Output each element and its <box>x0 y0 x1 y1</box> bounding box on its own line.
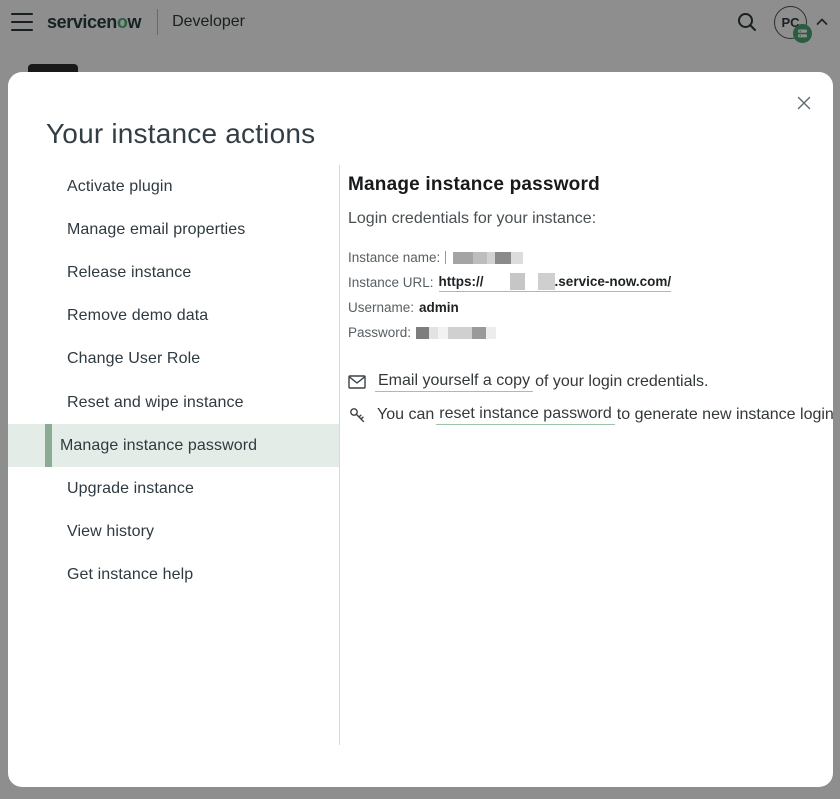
sidebar-item-label: Upgrade instance <box>67 480 194 498</box>
selected-bar <box>45 424 52 467</box>
panel-heading: Manage instance password <box>348 174 833 196</box>
sidebar-item-label: Remove demo data <box>67 307 208 325</box>
sidebar-item-manage-instance-password[interactable]: Manage instance password <box>8 424 339 467</box>
url-domain: .service-now.com/ <box>555 274 672 289</box>
key-icon <box>348 407 366 424</box>
sidebar-item-label: Activate plugin <box>67 178 173 196</box>
credentials-block: Instance name: Instance URL: https:// .s… <box>348 245 833 345</box>
password-row: Password: <box>348 320 833 345</box>
sidebar-item-remove-demo-data[interactable]: Remove demo data <box>8 295 339 338</box>
sidebar-item-activate-plugin[interactable]: Activate plugin <box>8 165 339 208</box>
sidebar-item-view-history[interactable]: View history <box>8 511 339 554</box>
password-redacted <box>416 325 496 340</box>
url-scheme: https:// <box>439 274 484 289</box>
sidebar-item-label: View history <box>67 523 154 541</box>
sidebar-item-label: Reset and wipe instance <box>67 394 244 412</box>
modal-body: Activate plugin Manage email properties … <box>8 165 833 745</box>
url-redacted-block <box>538 273 555 290</box>
instance-name-row: Instance name: <box>348 245 833 270</box>
username-label: Username: <box>348 300 414 315</box>
modal-title: Your instance actions <box>46 118 833 150</box>
manage-password-panel: Manage instance password Login credentia… <box>340 165 833 745</box>
sidebar-item-label: Release instance <box>67 264 191 282</box>
envelope-icon <box>348 375 366 389</box>
sidebar-item-manage-email-properties[interactable]: Manage email properties <box>8 208 339 251</box>
sidebar-item-get-instance-help[interactable]: Get instance help <box>8 554 339 597</box>
sidebar-item-upgrade-instance[interactable]: Upgrade instance <box>8 467 339 510</box>
reset-instance-password-link[interactable]: reset instance password <box>436 405 615 425</box>
sidebar-item-change-user-role[interactable]: Change User Role <box>8 338 339 381</box>
sidebar-item-label: Change User Role <box>67 350 200 368</box>
url-redacted-block <box>510 273 525 290</box>
text-cursor <box>445 251 446 264</box>
instance-action-list: Activate plugin Manage email properties … <box>8 165 340 745</box>
reset-row-suffix: to generate new instance login credentia… <box>617 406 833 424</box>
username-row: Username: admin <box>348 295 833 320</box>
instance-name-redacted <box>453 250 523 265</box>
username-value: admin <box>419 300 459 315</box>
email-yourself-link[interactable]: Email yourself a copy <box>375 372 533 392</box>
reset-password-row: You can reset instance password to gener… <box>348 405 833 425</box>
instance-url-link[interactable]: https:// .service-now.com/ <box>439 273 672 292</box>
instance-url-label: Instance URL: <box>348 275 434 290</box>
panel-intro: Login credentials for your instance: <box>348 210 833 228</box>
password-label: Password: <box>348 325 411 340</box>
sidebar-item-label: Get instance help <box>67 566 193 584</box>
email-row-text: of your login credentials. <box>535 373 708 391</box>
sidebar-item-reset-and-wipe-instance[interactable]: Reset and wipe instance <box>8 381 339 424</box>
close-icon[interactable] <box>793 92 815 114</box>
reset-row-prefix: You can <box>377 406 434 424</box>
sidebar-item-release-instance[interactable]: Release instance <box>8 251 339 294</box>
instance-name-label: Instance name: <box>348 250 440 265</box>
sidebar-item-label: Manage instance password <box>60 437 257 455</box>
instance-actions-modal: Your instance actions Activate plugin Ma… <box>8 72 833 787</box>
sidebar-item-label: Manage email properties <box>67 221 245 239</box>
instance-url-row: Instance URL: https:// .service-now.com/ <box>348 270 833 295</box>
email-credentials-row: Email yourself a copy of your login cred… <box>348 372 833 392</box>
